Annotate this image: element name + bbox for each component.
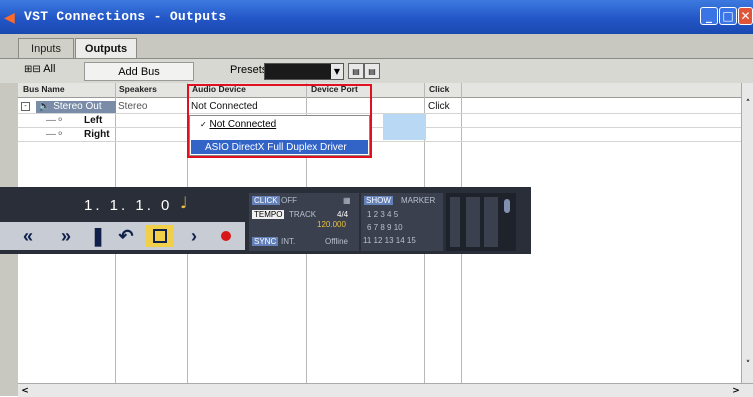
click-settings-icon[interactable]: ▦: [343, 196, 351, 205]
scroll-down-icon[interactable]: ˅: [743, 360, 753, 370]
play-button[interactable]: ›: [180, 225, 208, 247]
maximize-button[interactable]: □: [719, 7, 737, 25]
expand-all-icon: ⊞⊟: [24, 64, 41, 75]
checkmark-icon: ✓: [200, 120, 207, 129]
note-icon: ♩: [180, 193, 188, 212]
close-button[interactable]: ✕: [738, 7, 753, 25]
time-signature[interactable]: 4/4: [337, 210, 348, 219]
volume-slider[interactable]: [504, 199, 510, 213]
col-speakers[interactable]: Speakers: [119, 84, 157, 94]
expand-all-toggle[interactable]: ⊞⊟ All: [24, 63, 55, 75]
stop-icon: [153, 229, 167, 243]
chevron-down-icon: ▼: [331, 64, 343, 79]
store-preset-icon[interactable]: ▤: [348, 63, 364, 79]
level-meter: [446, 193, 516, 251]
presets-label: Presets: [230, 64, 268, 76]
row-divider: [18, 141, 753, 142]
goto-end-button[interactable]: ❚: [84, 225, 112, 247]
vertical-scrollbar[interactable]: ˄ ˅: [741, 83, 753, 383]
scroll-right-icon[interactable]: >: [731, 385, 741, 396]
audio-device-menu[interactable]: ✓ Not Connected ASIO DirectX Full Duplex…: [189, 115, 370, 156]
sync-mode: INT.: [281, 237, 296, 246]
menu-item-asio-driver[interactable]: ASIO DirectX Full Duplex Driver: [191, 140, 368, 154]
title-bar[interactable]: ◀ VST Connections - Outputs _ □ ✕: [0, 0, 753, 34]
bus-name-stereo-out[interactable]: 🔈 Stereo Out: [36, 101, 116, 113]
marker-buttons-row1[interactable]: 1 2 3 4 5: [367, 210, 398, 219]
window-title: VST Connections - Outputs: [24, 9, 227, 24]
tempo-section: CLICK OFF ▦ TEMPO TRACK 4/4 120.000 SYNC…: [249, 193, 359, 251]
record-button[interactable]: [212, 225, 240, 247]
marker-label: MARKER: [401, 196, 436, 205]
show-marker-button[interactable]: SHOW: [364, 196, 393, 205]
collapse-toggle[interactable]: -: [21, 102, 30, 111]
horizontal-scrollbar[interactable]: < >: [18, 383, 753, 397]
sync-status: Offline: [325, 237, 348, 246]
col-bus-name[interactable]: Bus Name: [23, 84, 65, 94]
minimize-button[interactable]: _: [700, 7, 718, 25]
tempo-value[interactable]: 120.000: [317, 220, 346, 229]
transport-panel: 1. 1. 1. 0 ♩ « » ❚ ↶ › CLICK OFF ▦ TEMPO…: [0, 187, 531, 254]
click-stereo-out[interactable]: Click: [428, 101, 450, 112]
col-click[interactable]: Click: [429, 84, 449, 94]
speaker-icon: 🔈: [38, 101, 51, 112]
click-label[interactable]: CLICK: [252, 196, 280, 205]
position-display[interactable]: 1. 1. 1. 0 ♩: [0, 191, 238, 219]
scroll-up-icon[interactable]: ˄: [743, 99, 753, 109]
presets-dropdown[interactable]: ▼: [264, 63, 344, 80]
click-value: OFF: [281, 196, 297, 205]
tree-connector: —⚬: [46, 129, 65, 140]
marker-buttons-row2[interactable]: 6 7 8 9 10: [367, 223, 403, 232]
rewind-button[interactable]: «: [14, 225, 42, 247]
tab-outputs[interactable]: Outputs: [75, 38, 137, 58]
cycle-button[interactable]: ↶: [112, 225, 140, 247]
marker-buttons-row3[interactable]: 11 12 13 14 15: [363, 236, 416, 245]
bus-name-right[interactable]: Right: [84, 129, 110, 140]
stop-button[interactable]: [146, 225, 174, 247]
vst-connections-window: ◀ VST Connections - Outputs _ □ ✕ Inputs…: [0, 0, 753, 397]
add-bus-button[interactable]: Add Bus: [84, 62, 194, 81]
menu-item-not-connected[interactable]: ✓ Not Connected: [200, 119, 276, 130]
bus-name-left[interactable]: Left: [84, 115, 102, 126]
toolbar: ⊞⊟ All Add Bus Presets ▼ ▤ ▤: [0, 58, 753, 83]
position-value: 1. 1. 1. 0: [84, 197, 173, 214]
meter-bar: [484, 197, 498, 247]
meter-bar: [466, 197, 480, 247]
table-header: Bus Name Speakers Audio Device Device Po…: [18, 83, 753, 98]
tempo-label[interactable]: TEMPO: [252, 210, 285, 219]
tab-inputs[interactable]: Inputs: [18, 38, 74, 58]
marker-section: SHOW MARKER 1 2 3 4 5 6 7 8 9 10 11 12 1…: [361, 193, 443, 251]
app-icon: ◀: [4, 10, 15, 26]
track-label: TRACK: [289, 210, 317, 219]
tree-connector: —⚬: [46, 115, 65, 126]
transport-buttons: « » ❚ ↶ ›: [0, 222, 245, 250]
record-icon: [221, 231, 231, 241]
speakers-stereo-out[interactable]: Stereo: [118, 101, 147, 112]
meter-bar: [450, 197, 460, 247]
port-selection-highlight: [383, 114, 426, 140]
sync-label[interactable]: SYNC: [252, 237, 279, 246]
all-label: All: [43, 63, 56, 75]
fast-forward-button[interactable]: »: [52, 225, 80, 247]
remove-preset-icon[interactable]: ▤: [364, 63, 380, 79]
tab-bar: Inputs Outputs: [0, 34, 753, 58]
scroll-left-icon[interactable]: <: [20, 385, 30, 396]
